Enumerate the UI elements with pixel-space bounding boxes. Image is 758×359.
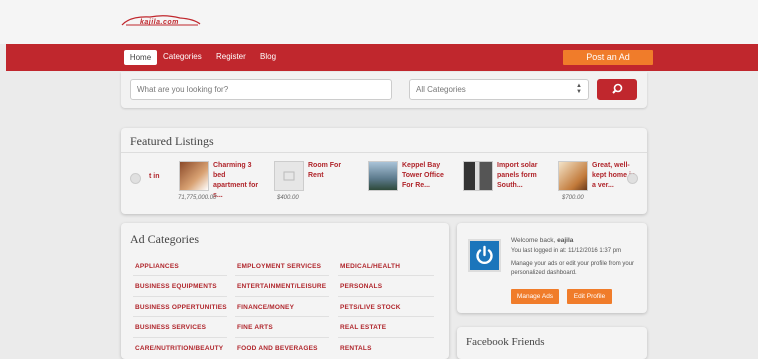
site-logo[interactable]: kajila.com [120,12,202,30]
listing-title[interactable]: Import solar panels form South... [497,161,545,191]
divider [133,296,227,297]
category-link[interactable]: CARE/NUTRITION/BEAUTY [135,345,223,352]
last-login-text: You last logged in at: 11/12/2016 1:37 p… [511,248,622,254]
divider [133,337,227,338]
category-link[interactable]: ENTERTAINMENT/LEISURE [237,283,326,290]
listing-thumbnail[interactable] [179,161,209,191]
featured-listings-header: Featured Listings [121,128,647,153]
search-input[interactable]: What are you looking for? [130,79,392,100]
main-navbar: Home Categories Register Blog Post an Ad [6,44,758,71]
category-link[interactable]: FINE ARTS [237,324,273,331]
nav-blog[interactable]: Blog [260,52,276,61]
nav-home[interactable]: Home [124,50,157,65]
facebook-friends-title: Facebook Friends [466,336,545,348]
nav-register[interactable]: Register [216,52,246,61]
listing-title[interactable]: Charming 3 bed apartment for s... [213,161,261,201]
category-link[interactable]: APPLIANCES [135,263,179,270]
listing-thumbnail[interactable] [558,161,588,191]
dashboard-description: Manage your ads or edit your profile fro… [511,261,635,276]
divider [338,296,434,297]
category-link[interactable]: RENTALS [340,345,372,352]
category-select-value: All Categories [416,85,466,94]
search-button[interactable] [597,79,637,100]
nav-categories[interactable]: Categories [163,52,202,61]
partial-listing-title[interactable]: t in [149,173,160,180]
divider [338,337,434,338]
logo-text: kajila.com [140,19,179,26]
search-bar: What are you looking for? All Categories… [121,72,647,108]
manage-ads-button[interactable]: Manage Ads [511,289,559,304]
power-icon [468,239,501,272]
carousel-prev-button[interactable] [130,173,141,184]
username: eajila [557,237,574,244]
category-link[interactable]: BUSINESS SERVICES [135,324,206,331]
category-link[interactable]: PERSONALS [340,283,382,290]
divider [133,275,227,276]
select-arrows-icon: ▲ ▼ [576,83,582,95]
post-ad-button[interactable]: Post an Ad [563,50,653,65]
listing-price: $400.00 [277,195,299,201]
divider [235,316,329,317]
category-link[interactable]: FINANCE/MONEY [237,304,294,311]
ad-categories-panel: Ad Categories APPLIANCES BUSINESS EQUIPM… [121,223,449,359]
category-link[interactable]: PETS/LIVE STOCK [340,304,401,311]
category-link[interactable]: BUSINESS EQUIPMENTS [135,283,217,290]
welcome-panel: Welcome back, eajila You last logged in … [457,223,647,313]
listing-thumbnail[interactable] [368,161,398,191]
facebook-friends-panel: Facebook Friends [457,327,647,359]
divider [235,337,329,338]
divider [338,275,434,276]
carousel-next-button[interactable] [627,173,638,184]
divider [133,316,227,317]
welcome-greeting: Welcome back, eajila [511,236,641,245]
category-link[interactable]: EMPLOYMENT SERVICES [237,263,321,270]
category-link[interactable]: BUSINESS OPPERTUNITIES [135,304,227,311]
ad-categories-header: Ad Categories [121,223,449,251]
listing-thumbnail[interactable] [274,161,304,191]
category-link[interactable]: REAL ESTATE [340,324,386,331]
site-header: kajila.com [0,0,758,44]
search-icon [612,83,623,94]
edit-profile-button[interactable]: Edit Profile [567,289,612,304]
listing-title[interactable]: Room For Rent [308,161,356,181]
welcome-prefix: Welcome back, [511,237,556,244]
category-link[interactable]: FOOD AND BEVERAGES [237,345,318,352]
listing-title[interactable]: Keppel Bay Tower Office For Re... [402,161,450,191]
category-link[interactable]: MEDICAL/HEALTH [340,263,400,270]
ad-categories-title: Ad Categories [130,232,199,246]
divider [235,296,329,297]
divider [235,275,329,276]
image-placeholder-icon [283,171,295,181]
featured-listings-panel: Featured Listings t in Charming 3 bed ap… [121,128,647,214]
listing-thumbnail[interactable] [463,161,493,191]
category-select[interactable]: All Categories ▲ ▼ [409,79,589,100]
featured-listings-title: Featured Listings [130,134,214,148]
listing-price: $700.00 [562,195,584,201]
divider [338,316,434,317]
listing-price: 71,775,000.00 [178,195,217,201]
